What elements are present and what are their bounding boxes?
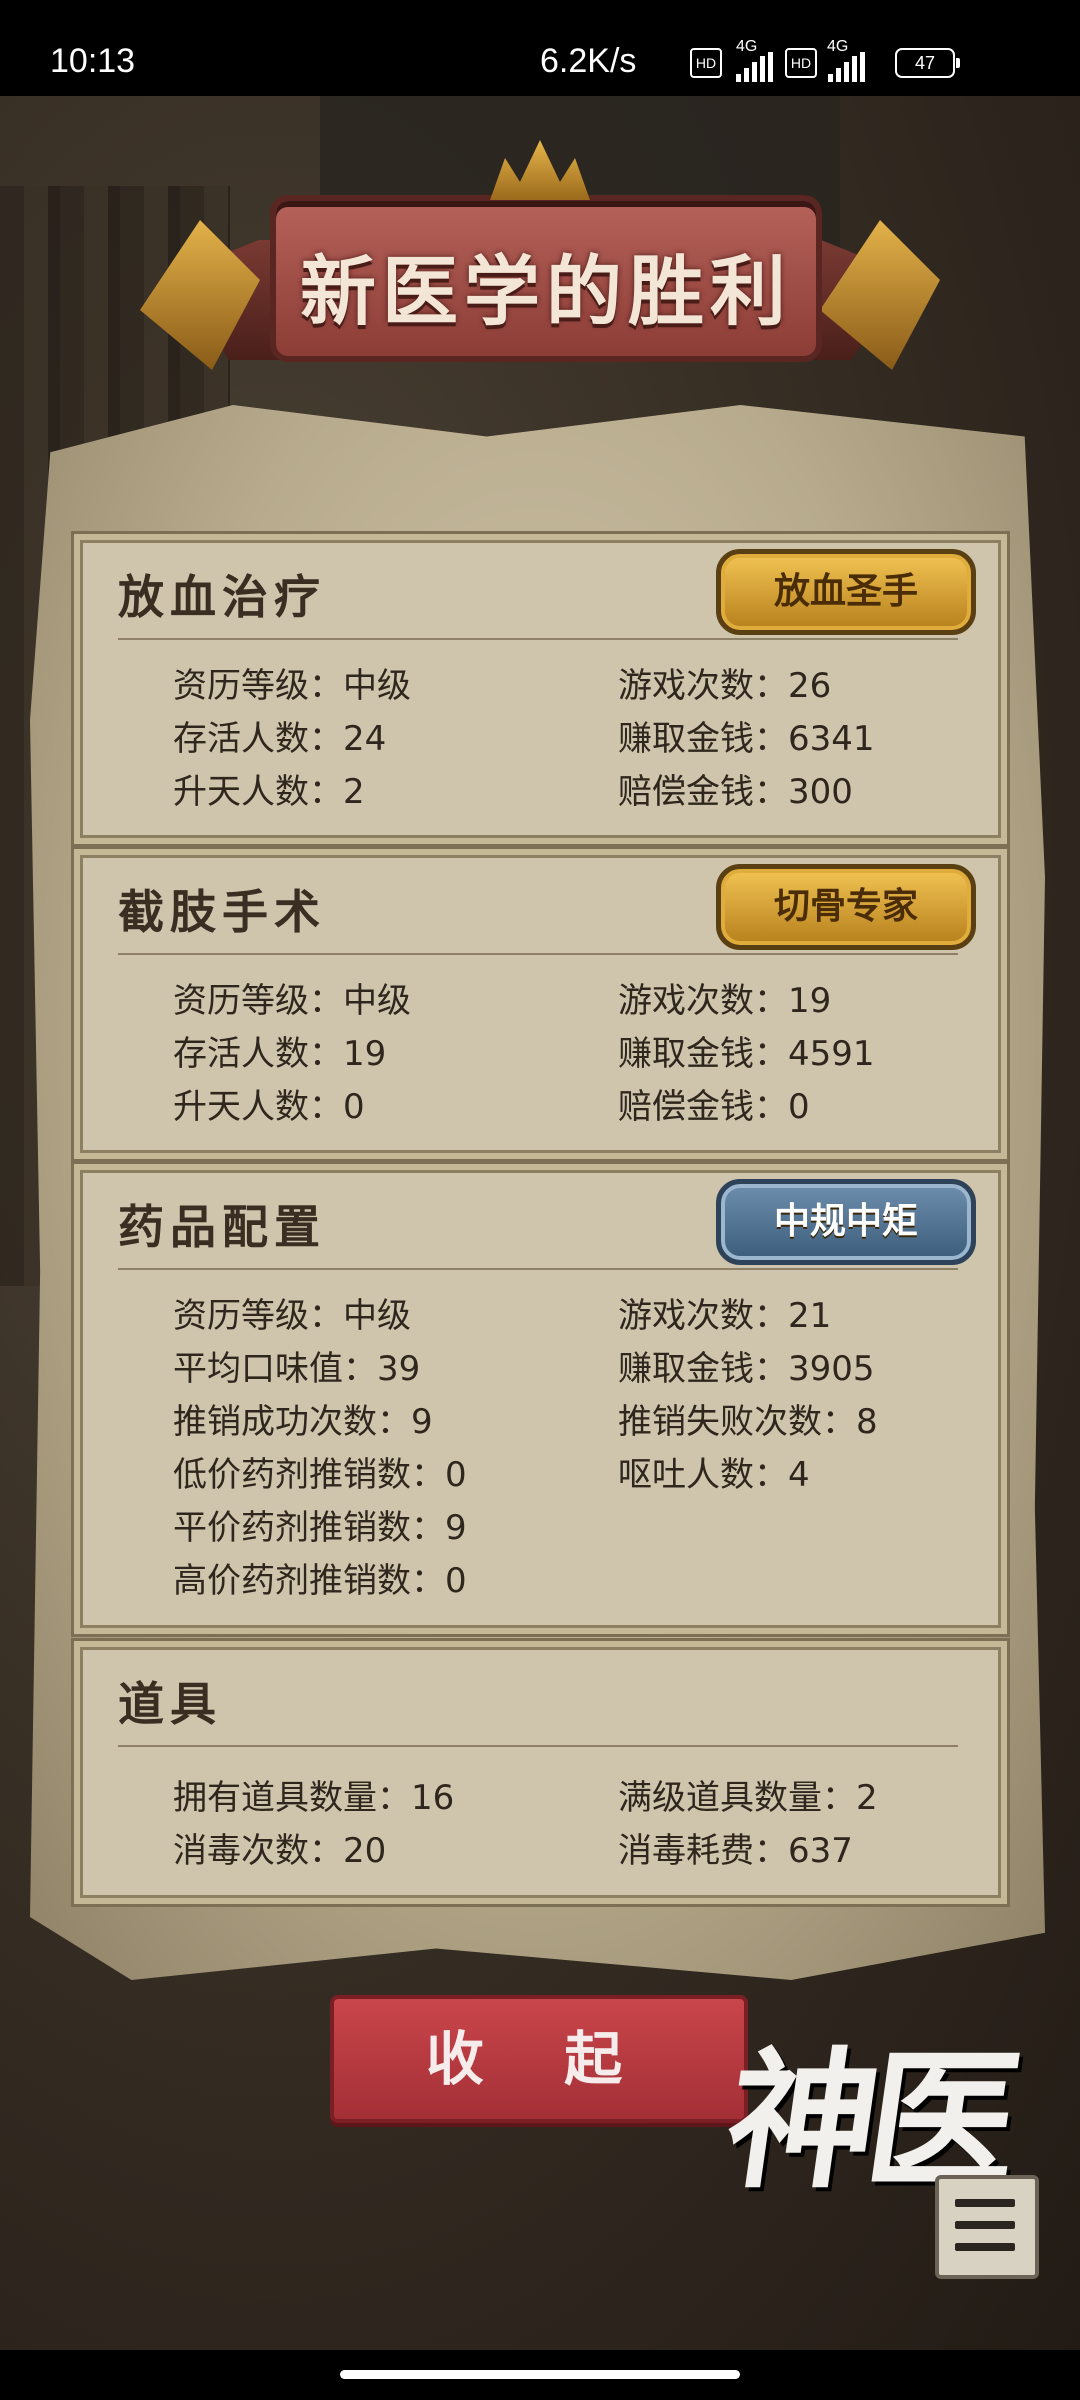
navigation-bar [0,2350,1080,2400]
section-amputation: 截肢手术 切骨专家 资历等级：中级 存活人数：19 升天人数：0 游戏次数：19… [80,855,1001,1153]
network-speed: 6.2K/s [540,42,637,80]
stat-games-played: 游戏次数：26 [618,666,832,706]
collapse-button[interactable]: 收 起 [330,1995,748,2123]
section-items: 道具 拥有道具数量：16 消毒次数：20 满级道具数量：2 消毒耗费：637 [80,1647,1001,1898]
stat-avg-taste: 平均口味值：39 [173,1349,421,1389]
stat-money-earned: 赚取金钱：6341 [618,719,875,759]
section-title: 药品配置 [118,1200,326,1254]
home-indicator[interactable] [340,2370,740,2379]
stat-compensation: 赔偿金钱：0 [618,1087,810,1127]
hd-icon-2-visible: HD [785,48,817,78]
section-title: 截肢手术 [118,885,326,939]
title-banner: 新医学的胜利 [140,140,940,400]
section-bloodletting: 放血治疗 放血圣手 资历等级：中级 存活人数：24 升天人数：2 游戏次数：26… [80,540,1001,838]
stat-survivors: 存活人数：24 [173,719,387,759]
stat-mid-price-sales: 平价药剂推销数：9 [173,1508,467,1548]
stat-disinfect-count: 消毒次数：20 [173,1831,387,1871]
signal-icon-2 [828,52,868,82]
stat-deaths: 升天人数：2 [173,772,365,812]
status-bar: 10:13 6.2K/s HD 4G HD 4G 47 [0,0,1080,96]
section-medicine: 药品配置 中规中矩 资历等级：中级 平均口味值：39 推销成功次数：9 低价药剂… [80,1170,1001,1628]
stat-low-price-sales: 低价药剂推销数：0 [173,1455,467,1495]
stat-sales-success: 推销成功次数：9 [173,1402,433,1442]
stat-high-price-sales: 高价药剂推销数：0 [173,1561,467,1601]
hd-icon: HD [690,48,722,78]
status-time: 10:13 [50,42,136,80]
section-title: 放血治疗 [118,570,326,624]
stat-money-earned: 赚取金钱：4591 [618,1034,875,1074]
battery-icon: 47 [895,48,960,78]
divider [118,638,958,640]
signal-icon [736,52,776,82]
stat-money-earned: 赚取金钱：3905 [618,1349,875,1389]
crown-ornament-icon [490,140,590,200]
achievement-badge[interactable]: 中规中矩 [716,1179,976,1265]
stat-rank: 资历等级：中级 [173,981,411,1021]
stat-items-owned: 拥有道具数量：16 [173,1778,455,1818]
stat-deaths: 升天人数：0 [173,1087,365,1127]
section-title: 道具 [118,1677,222,1731]
achievement-badge[interactable]: 切骨专家 [716,864,976,950]
stat-max-level-items: 满级道具数量：2 [618,1778,878,1818]
status-indicators: 6.2K/s HD 4G HD 4G 47 [400,38,1080,88]
page-title: 新医学的胜利 [300,247,792,336]
achievement-badge[interactable]: 放血圣手 [716,549,976,635]
stat-rank: 资历等级：中级 [173,1296,411,1336]
menu-button[interactable] [935,2175,1039,2279]
divider [118,1268,958,1270]
divider [118,1745,958,1747]
stat-disinfect-cost: 消毒耗费：637 [618,1831,853,1871]
stat-rank: 资历等级：中级 [173,666,411,706]
stat-compensation: 赔偿金钱：300 [618,772,853,812]
divider [118,953,958,955]
stat-games-played: 游戏次数：19 [618,981,832,1021]
stat-survivors: 存活人数：19 [173,1034,387,1074]
stat-sales-fail: 推销失败次数：8 [618,1402,878,1442]
stat-vomit-count: 呕吐人数：4 [618,1455,810,1495]
stat-games-played: 游戏次数：21 [618,1296,832,1336]
